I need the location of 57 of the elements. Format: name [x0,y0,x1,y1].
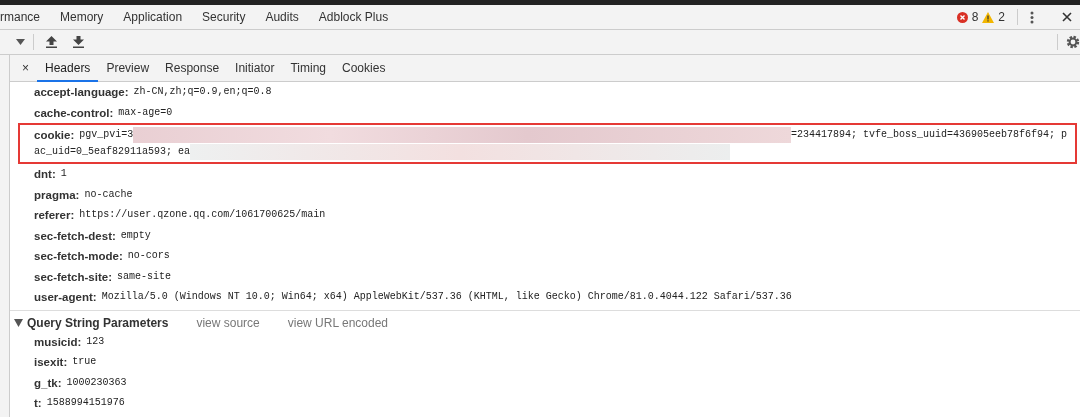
panel-tab[interactable]: rmance [0,5,50,29]
panel-tab[interactable]: Security [192,5,256,29]
detail-tab[interactable]: Response [157,55,228,82]
panel-tab[interactable]: Memory [50,5,114,29]
header-name: sec-fetch-dest: [34,228,116,244]
settings-icon[interactable] [1066,35,1080,49]
header-value: pgv_pvi=3 [79,128,134,142]
more-menu-icon[interactable] [1030,10,1034,24]
header-value: https://user.qzone.qq.com/1061700625/main [79,208,326,222]
param-name: musicid: [34,334,82,350]
param-value: 123 [86,334,105,349]
detail-tab[interactable]: Preview [98,55,158,82]
header-name: pragma: [34,187,80,203]
dropdown-caret-icon[interactable] [16,39,25,45]
detail-tab[interactable]: Cookies [334,55,394,82]
header-name: accept-language: [34,85,129,100]
header-value: no-cache [84,187,133,202]
detail-tab[interactable]: Timing [282,55,335,82]
view-link[interactable]: view URL encoded [287,313,389,332]
header-value: zh-CN,zh;q=0.9,en;q=0.8 [133,85,272,99]
param-value: 1588994151976 [46,396,125,410]
param-value: 1000230363 [66,375,127,390]
header-name: dnt: [34,167,56,182]
panel-tab[interactable]: Adblock Plus [308,5,399,29]
detail-tab[interactable]: Headers [37,55,99,82]
header-name: cache-control: [34,105,114,121]
header-value: Mozilla/5.0 (Windows NT 10.0; Win64; x64) AppleWebKit/537.36 (KHTML, like Gecko) Chrome/81.0.4044.122 Safari/537.36 [101,290,792,304]
header-value: max-age=0 [118,105,173,120]
header-value: empty [120,228,151,243]
header-value: 1 [60,167,67,181]
warning-icon [982,11,995,23]
section-title: Query String Parameters [27,314,169,332]
warning-count: 2 [998,9,1005,26]
header-value: ac_uid=0_5eaf82911a593; ea [34,144,191,159]
upload-icon[interactable] [46,36,57,48]
close-icon[interactable] [1062,12,1072,22]
panel-tab[interactable]: Application [113,5,193,29]
header-name: cookie: [34,128,75,143]
header-value: no-cors [127,249,170,263]
view-link[interactable]: view source [196,313,260,332]
param-name: t: [34,396,42,411]
param-name: isexit: [34,355,68,370]
expand-caret-icon[interactable] [14,318,23,327]
header-name: sec-fetch-site: [34,269,112,285]
download-icon[interactable] [73,36,84,48]
panel-tab[interactable]: Audits [255,5,309,29]
detail-tab[interactable]: Initiator [227,55,283,82]
error-icon [956,11,968,23]
header-value: same-site [116,269,171,284]
header-name: user-agent: [34,290,97,305]
param-name: g_tk: [34,375,62,391]
close-button[interactable]: × [14,55,37,82]
error-count: 8 [971,9,979,26]
header-value: =234417894; tvfe_boss_uuid=436905eeb78f6f94; p [790,128,1068,142]
header-name: sec-fetch-mode: [34,249,123,264]
param-value: true [72,355,97,369]
header-name: referer: [34,208,75,223]
